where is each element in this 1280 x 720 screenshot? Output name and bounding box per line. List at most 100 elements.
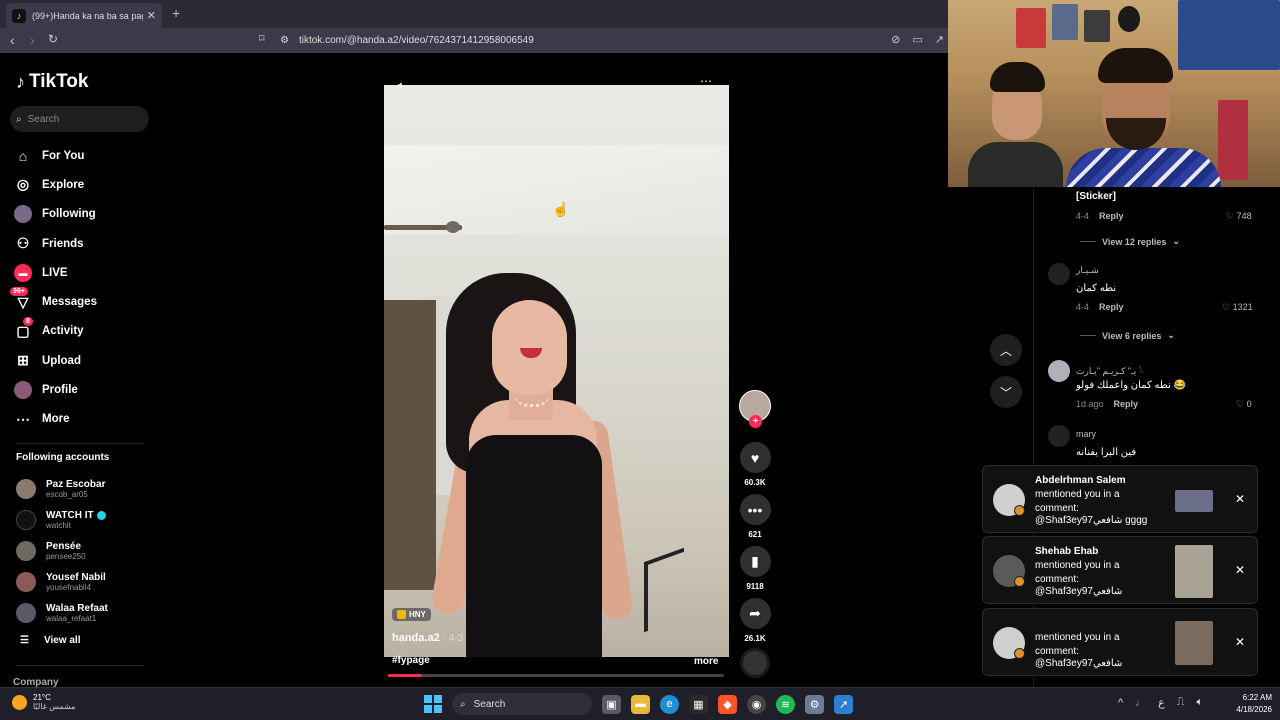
- sidebar-item-activity[interactable]: ▢ 8 Activity: [14, 317, 97, 346]
- forward-icon[interactable]: ›: [30, 32, 35, 48]
- windows-taskbar: 21°C مشمس غالبًا ⌕ Search ▣ ▬ e ▦ ◆ ◉ ≋ …: [0, 687, 1280, 720]
- tracking-icon[interactable]: ⊘: [891, 33, 900, 46]
- app-icon[interactable]: ↗: [834, 694, 853, 714]
- weather-condition: مشمس غالبًا: [33, 702, 76, 711]
- share-button[interactable]: ➦ 26.1K: [738, 598, 772, 643]
- search-input[interactable]: ⌕ Search: [10, 106, 149, 132]
- comment-button[interactable]: ••• 621: [738, 494, 772, 539]
- brave-icon[interactable]: ◆: [718, 694, 737, 714]
- settings-icon[interactable]: ⚙: [805, 694, 824, 714]
- clock[interactable]: 6:22 AM 4/18/2026: [1228, 692, 1272, 716]
- view-replies-button[interactable]: View 12 replies ⌄: [1080, 236, 1180, 247]
- store-icon[interactable]: ▦: [689, 694, 708, 714]
- mention-notification[interactable]: Shehab Ehab mentioned you in a comment: …: [982, 536, 1258, 604]
- browser-navbar: ‹ › ↻ ⌑ ⚙ tiktok.com/@handa.a2/video/762…: [0, 28, 948, 53]
- reply-button[interactable]: Reply: [1099, 211, 1124, 221]
- address-bar[interactable]: ⚙ tiktok.com/@handa.a2/video/76243714129…: [280, 31, 660, 50]
- url-text: tiktok.com/@handa.a2/video/7624371412958…: [298, 35, 534, 46]
- volume-icon[interactable]: 🔈︎: [398, 78, 405, 93]
- weather-widget[interactable]: 21°C مشمس غالبًا: [12, 693, 75, 711]
- sidebar-item-friends[interactable]: ⚇ Friends: [14, 229, 97, 258]
- reply-button[interactable]: Reply: [1114, 399, 1139, 409]
- site-settings-icon[interactable]: ⚙: [280, 35, 289, 46]
- avatar[interactable]: [1048, 360, 1070, 382]
- comment-author[interactable]: mary: [1076, 429, 1096, 439]
- microphone-icon[interactable]: ♩: [1135, 697, 1146, 709]
- save-button[interactable]: ▮ 9118: [738, 546, 772, 591]
- account-username: pensee250: [46, 551, 86, 561]
- account-item[interactable]: WATCH IT watchit: [16, 505, 108, 536]
- sidebar-item-more[interactable]: ⋯ More: [14, 405, 97, 434]
- sidebar-item-following[interactable]: Following: [14, 200, 97, 229]
- list-icon: ☰: [20, 635, 29, 646]
- more-link[interactable]: more: [694, 656, 718, 667]
- comment-meta: 4-4 Reply: [1076, 211, 1124, 221]
- effect-tag[interactable]: HNY: [392, 608, 431, 621]
- mention-notification[interactable]: Abdelrhman Salem mentioned you in a comm…: [982, 465, 1258, 533]
- notification-text: mentioned you in a: [1035, 560, 1120, 571]
- network-icon[interactable]: ⎍: [1177, 696, 1185, 709]
- new-tab-button[interactable]: +: [172, 5, 180, 21]
- comment-author[interactable]: شـيـار: [1076, 265, 1099, 276]
- reload-icon[interactable]: ↻: [48, 32, 58, 46]
- notification-text: comment:: [1035, 646, 1079, 657]
- mention-badge-icon: [1014, 505, 1025, 516]
- chevron-down-icon: ⌄: [1167, 330, 1175, 340]
- account-item[interactable]: Walaa Refaat walaa_refaat1: [16, 597, 108, 628]
- account-item[interactable]: Paz Escobar escob_ar05: [16, 474, 108, 505]
- comment-like[interactable]: ♡ 1321: [1222, 302, 1253, 313]
- browser-tab[interactable]: ♪ (99+)Handa ka na ba sa pagp ✕: [6, 3, 162, 28]
- comment-like[interactable]: ♡ 0: [1236, 399, 1252, 410]
- volume-icon[interactable]: 🔈︎: [1196, 696, 1203, 709]
- share-icon[interactable]: ↗: [935, 33, 944, 46]
- tiktok-logo[interactable]: ♪ TikTok: [16, 71, 88, 93]
- divider: [1080, 241, 1096, 242]
- language-indicator[interactable]: ع: [1158, 696, 1165, 709]
- sidebar-item-live[interactable]: ▬ LIVE: [14, 258, 97, 287]
- chevron-up-icon[interactable]: ^: [1118, 697, 1123, 709]
- comment-meta: 4-4 Reply: [1076, 302, 1124, 312]
- comment-like[interactable]: ♡ 748: [1226, 211, 1252, 222]
- bookmark-icon[interactable]: ⌑: [259, 32, 265, 45]
- windows-start-icon[interactable]: [424, 695, 442, 713]
- like-button[interactable]: ♥ 60.3K: [738, 442, 772, 487]
- pip-icon[interactable]: ▭: [912, 33, 922, 46]
- webcam-person-hair: [990, 62, 1045, 92]
- spotify-icon[interactable]: ≋: [776, 694, 795, 714]
- previous-video-button[interactable]: ︿: [990, 334, 1022, 366]
- follow-plus-icon[interactable]: +: [749, 415, 762, 428]
- music-disc-icon[interactable]: [740, 648, 770, 678]
- close-icon[interactable]: ✕: [1235, 635, 1245, 649]
- hashtag-link[interactable]: #fypage: [392, 655, 430, 666]
- obs-icon[interactable]: ◉: [747, 694, 766, 714]
- back-icon[interactable]: ‹: [10, 32, 15, 48]
- next-video-button[interactable]: ﹀: [990, 376, 1022, 408]
- video-author[interactable]: handa.a2 · 4-3: [392, 632, 463, 644]
- taskbar-search[interactable]: ⌕ Search: [452, 693, 592, 715]
- edge-icon[interactable]: e: [660, 694, 679, 714]
- avatar[interactable]: [1048, 425, 1070, 447]
- video-progress-bar[interactable]: [388, 674, 724, 677]
- sidebar-item-messages[interactable]: ▽ 99+ Messages: [10, 287, 97, 316]
- close-icon[interactable]: ✕: [1235, 563, 1245, 577]
- sidebar-item-for-you[interactable]: ⌂ For You: [14, 141, 97, 170]
- task-view-icon[interactable]: ▣: [602, 694, 621, 714]
- view-replies-button[interactable]: View 6 replies ⌄: [1080, 330, 1175, 341]
- file-explorer-icon[interactable]: ▬: [631, 694, 650, 714]
- mention-notification[interactable]: mentioned you in a comment: @Shaf3ey97شا…: [982, 608, 1258, 676]
- avatar[interactable]: [1048, 263, 1070, 285]
- tab-close-icon[interactable]: ✕: [147, 9, 156, 22]
- close-icon[interactable]: ✕: [1235, 492, 1245, 506]
- account-item[interactable]: Pensée pensee250: [16, 536, 108, 567]
- sidebar-item-upload[interactable]: ⊞ Upload: [14, 346, 97, 375]
- sidebar-item-profile[interactable]: Profile: [14, 375, 97, 404]
- wall-poster: [1016, 8, 1046, 48]
- reply-button[interactable]: Reply: [1099, 302, 1124, 312]
- video-more-icon[interactable]: ⋯: [700, 74, 712, 88]
- sidebar-item-explore[interactable]: ◎ Explore: [14, 170, 97, 199]
- account-item[interactable]: Yousef Nabil yousefnabil4: [16, 566, 108, 597]
- comment-author[interactable]: يـ" كـريـم "يـارت 𓆩: [1076, 362, 1144, 377]
- view-all-button[interactable]: ☰ View all: [20, 635, 80, 646]
- notification-text: @Shaf3ey97شافعي: [1035, 586, 1123, 597]
- video-player[interactable]: ☝: [384, 85, 729, 657]
